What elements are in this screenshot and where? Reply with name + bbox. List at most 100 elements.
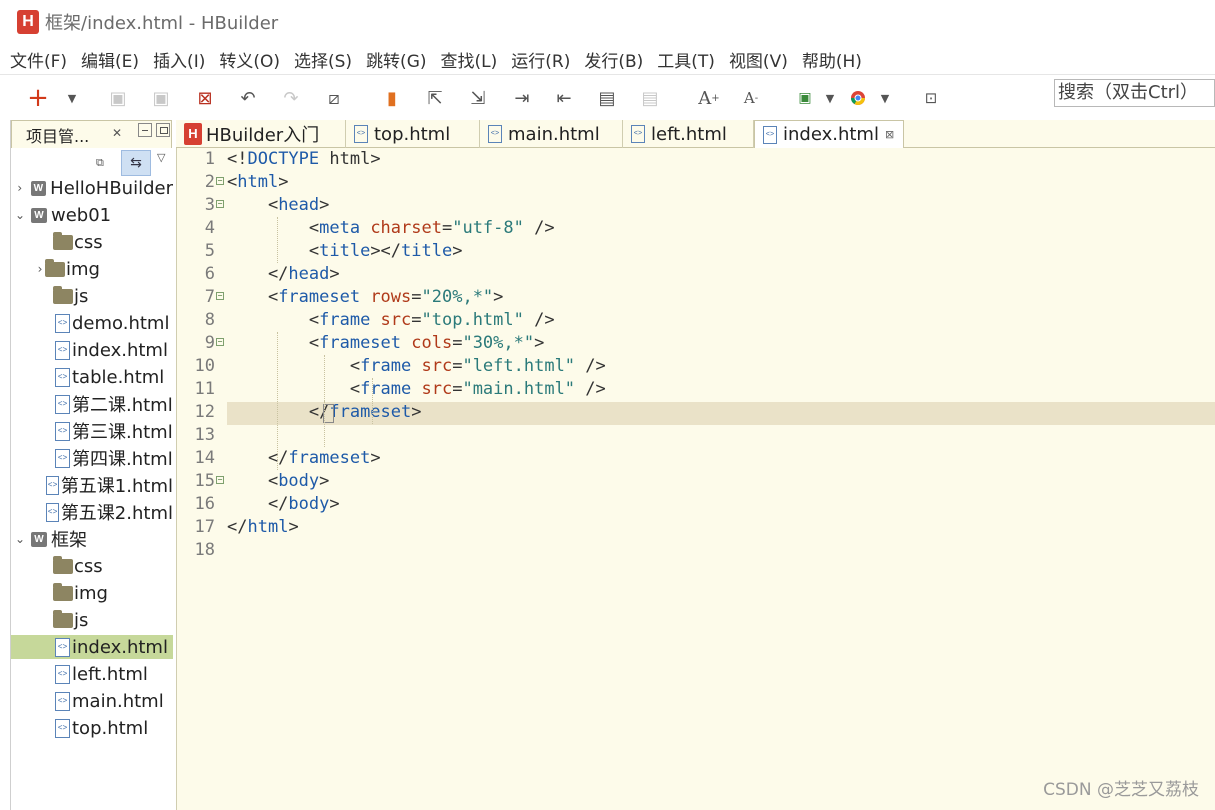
chevron-down-icon[interactable]: ⌄ [13,532,27,546]
fold-toggle-icon[interactable]: − [216,338,224,346]
code-line[interactable]: 6 </head> [177,263,1215,286]
collapse-all-icon[interactable]: ⧉ [96,156,110,170]
tree-file-item[interactable]: <> 第五课2.html [11,500,173,524]
search-input[interactable]: 搜索（双击Ctrl） [1054,79,1215,107]
editor-tab[interactable]: <> index.html ⊠ [754,120,904,148]
chevron-right-icon[interactable]: › [13,181,27,195]
tree-file-item[interactable]: <> index.html [11,338,173,362]
tree-file-item[interactable]: <> left.html [11,662,173,686]
browser-chrome-icon[interactable] [846,86,870,110]
editor-tab[interactable]: <> left.html [623,120,754,148]
code-line[interactable]: 15− <body> [177,470,1215,493]
save-icon[interactable]: ▣ [106,86,130,110]
menu-item[interactable]: 编辑(E) [81,47,139,72]
tree-project-item[interactable]: ⌄ Wweb01 [11,203,173,227]
menu-item[interactable]: 文件(F) [10,47,67,72]
tree-file-item[interactable]: <> 第二课.html [11,392,173,416]
tree-file-item[interactable]: <> 第四课.html [11,446,173,470]
code-line[interactable]: 2− <html> [177,171,1215,194]
code-line[interactable]: 1 <!DOCTYPE html> [177,148,1215,171]
tree-file-item[interactable]: <> index.html [11,635,173,659]
close-file-icon[interactable]: ⊠ [193,86,217,110]
tree-folder-item[interactable]: css [11,554,173,578]
run-dropdown-icon[interactable]: ▼ [818,86,842,110]
redo-icon[interactable]: ↷ [279,86,303,110]
tree-file-item[interactable]: <> main.html [11,689,173,713]
tree-folder-item[interactable]: css [11,230,173,254]
code-line[interactable]: 10 <frame src="left.html" /> [177,355,1215,378]
bookmark-icon[interactable]: ▮ [380,86,404,110]
menu-item[interactable]: 转义(O) [219,47,280,72]
menu-item[interactable]: 运行(R) [511,47,570,72]
font-increase-icon[interactable]: A + [697,86,721,110]
tree-folder-item[interactable]: js [11,284,173,308]
tree-project-item[interactable]: ⌄ W 框架 [11,527,173,551]
code-line[interactable]: 14 </frameset> [177,447,1215,470]
new-icon[interactable]: + [26,83,50,113]
indent-icon[interactable]: ⇥ [510,86,534,110]
tree-file-item[interactable]: <> demo.html [11,311,173,335]
uncomment-icon[interactable]: ▤ [638,86,662,110]
line-number: 7 [204,287,215,307]
font-decrease-icon[interactable]: A- [739,86,763,110]
menu-item[interactable]: 跳转(G) [366,47,426,72]
format-icon[interactable]: ⧄ [322,86,346,110]
menu-item[interactable]: 插入(I) [153,47,205,72]
code-line[interactable]: 4 <meta charset="utf-8" /> [177,217,1215,240]
goto-end-icon[interactable]: ⇲ [466,86,490,110]
tree-item-label: index.html [72,339,168,361]
menu-item[interactable]: 发行(B) [584,47,643,72]
code-line[interactable]: 3− <head> [177,194,1215,217]
menu-item[interactable]: 查找(L) [441,47,498,72]
tree-file-item[interactable]: <> table.html [11,365,173,389]
code-editor[interactable]: 1 <!DOCTYPE html> 2− <html> 3− <head> 4 <meta… [176,148,1215,810]
menu-item[interactable]: 视图(V) [729,47,788,72]
comment-icon[interactable]: ▤ [595,86,619,110]
code-line[interactable]: 11 <frame src="main.html" /> [177,378,1215,401]
code-token: <! [227,149,248,169]
run-icon[interactable]: ▣ [793,86,817,110]
code-line[interactable]: 18 [177,539,1215,562]
tree-file-item[interactable]: <> 第五课1.html [11,473,173,497]
code-line[interactable]: 17 </html> [177,516,1215,539]
menu-item[interactable]: 帮助(H) [802,47,862,72]
link-with-editor-icon[interactable]: ⇆ [121,150,151,176]
view-menu-icon[interactable]: ▽ [157,151,165,164]
goto-icon[interactable]: ⇱ [423,86,447,110]
code-line[interactable]: 5 <title></title> [177,240,1215,263]
fold-toggle-icon[interactable]: − [216,476,224,484]
tree-project-item[interactable]: › W HelloHBuilder [11,176,173,200]
tree-folder-item[interactable]: img [11,581,173,605]
undo-icon[interactable]: ↶ [236,86,260,110]
info-icon[interactable]: ⊡ [919,86,943,110]
code-text: <frame src="top.html" /> [227,309,555,332]
tree-file-item[interactable]: <> 第三课.html [11,419,173,443]
code-line[interactable]: 8 <frame src="top.html" /> [177,309,1215,332]
fold-toggle-icon[interactable]: − [216,292,224,300]
code-token: > [319,471,330,491]
close-icon[interactable]: ✕ [112,126,122,140]
fold-toggle-icon[interactable]: − [216,177,224,185]
dropdown-icon[interactable]: ▼ [60,86,84,110]
maximize-icon[interactable] [156,123,170,137]
tree-file-item[interactable]: <> top.html [11,716,173,740]
browser-dropdown-icon[interactable]: ▼ [873,86,897,110]
code-line[interactable]: 13 [177,424,1215,447]
chevron-down-icon[interactable]: ⌄ [13,208,27,222]
close-tab-icon[interactable]: ⊠ [885,128,894,141]
save-all-icon[interactable]: ▣ [149,86,173,110]
menu-item[interactable]: 选择(S) [294,47,352,72]
editor-tab[interactable]: <> main.html [480,120,623,148]
code-line[interactable]: 16 </body> [177,493,1215,516]
code-token: "30%,*" [462,333,535,353]
editor-tab[interactable]: <> top.html [346,120,480,148]
editor-tab[interactable]: H HBuilder入门 [176,120,346,148]
tree-folder-item[interactable]: js [11,608,173,632]
tree-folder-item[interactable]: › img [11,257,173,281]
menu-item[interactable]: 工具(T) [657,47,715,72]
minimize-icon[interactable] [138,123,152,137]
code-line[interactable]: 9− <frameset cols="30%,*"> [177,332,1215,355]
fold-toggle-icon[interactable]: − [216,200,224,208]
outdent-icon[interactable]: ⇤ [552,86,576,110]
code-line[interactable]: 7− <frameset rows="20%,*"> [177,286,1215,309]
